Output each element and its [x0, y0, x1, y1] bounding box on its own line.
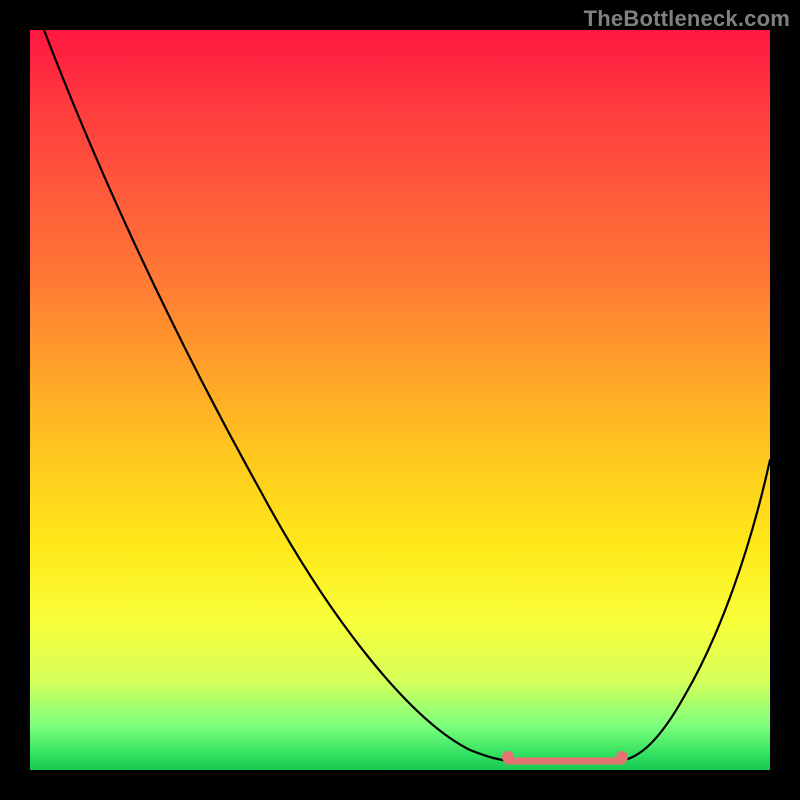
chart-svg [30, 30, 770, 770]
chart-plot-area [30, 30, 770, 770]
chart-stage: TheBottleneck.com [0, 0, 800, 800]
optimal-range-end-dot [616, 751, 628, 763]
bottleneck-curve-left [44, 30, 510, 761]
bottleneck-curve-right [620, 460, 770, 761]
watermark-text: TheBottleneck.com [584, 6, 790, 32]
optimal-range-start-dot [502, 751, 514, 763]
